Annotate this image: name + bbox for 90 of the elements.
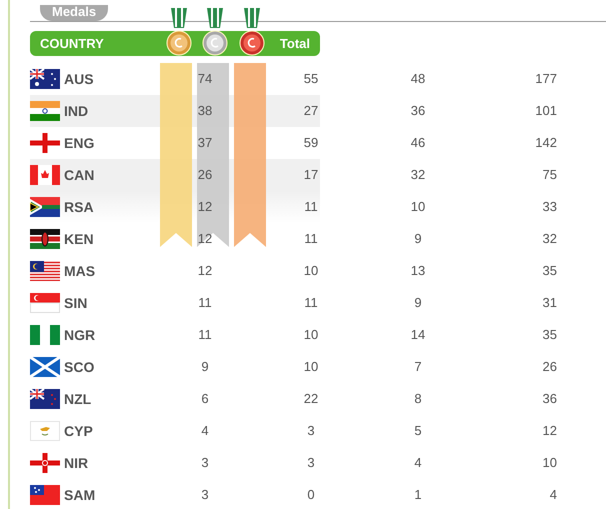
medal-count: 0 (307, 487, 315, 502)
total-count: 75 (542, 167, 557, 182)
country-code: IND (64, 102, 88, 118)
flag-icon (30, 453, 60, 473)
medal-count: 46 (410, 135, 426, 150)
country-code: KEN (64, 230, 94, 246)
medal-count: 11 (304, 231, 318, 246)
medals-tab[interactable]: Medals (40, 5, 108, 21)
medal-count: 5 (414, 423, 422, 438)
medal-count: 13 (410, 263, 426, 278)
total-count: 12 (542, 423, 557, 438)
medal-count: 11 (304, 199, 318, 214)
country-code: SIN (64, 294, 88, 310)
total-count: 35 (542, 327, 557, 342)
flag-icon (30, 165, 60, 185)
medal-count: 32 (410, 167, 426, 182)
total-count: 32 (542, 231, 557, 246)
total-count: 31 (542, 295, 557, 310)
total-count: 10 (542, 455, 557, 470)
total-count: 36 (542, 391, 557, 406)
medal-icon (166, 8, 192, 56)
medal-icon (239, 8, 265, 56)
country-code: RSA (64, 198, 94, 214)
medal-count: 38 (198, 103, 212, 118)
total-count: 4 (550, 487, 557, 502)
medal-count: 9 (201, 359, 209, 374)
country-code: NIR (64, 454, 88, 470)
medal-count: 4 (414, 455, 422, 470)
flag-icon (30, 197, 60, 217)
total-count: 26 (542, 359, 557, 374)
country-code: AUS (64, 70, 94, 86)
medal-count: 11 (198, 295, 212, 310)
medal-count: 6 (201, 391, 209, 406)
medal-count: 36 (410, 103, 426, 118)
medal-count: 10 (304, 263, 318, 278)
medal-count: 17 (304, 167, 318, 182)
medal-count: 10 (410, 199, 426, 214)
country-code: SCO (64, 358, 94, 374)
medal-count: 14 (410, 327, 426, 342)
country-code: CAN (64, 166, 94, 182)
total-count: 101 (535, 103, 557, 118)
medal-count: 12 (198, 231, 212, 246)
flag-icon (30, 389, 60, 409)
medal-count: 12 (198, 199, 212, 214)
country-code: NZL (64, 390, 92, 406)
flag-icon (30, 101, 60, 121)
total-count: 33 (542, 199, 557, 214)
medal-count: 55 (304, 71, 318, 86)
medal-count: 3 (201, 487, 209, 502)
medal-count: 12 (198, 263, 212, 278)
column-header: Total (280, 34, 310, 53)
total-count: 142 (535, 135, 557, 150)
medal-count: 11 (198, 327, 212, 342)
medal-icon (202, 8, 228, 56)
medal-count: 1 (414, 487, 422, 502)
medal-count: 10 (304, 327, 318, 342)
flag-icon (30, 357, 60, 377)
medal-count: 3 (307, 423, 315, 438)
flag-icon (30, 485, 60, 505)
country-code: SAM (64, 486, 96, 502)
country-code: ENG (64, 134, 94, 150)
medal-count: 48 (410, 71, 426, 86)
flag-icon (30, 133, 60, 153)
flag-icon (30, 261, 60, 281)
medal-count: 59 (304, 135, 318, 150)
country-code: MAS (64, 262, 96, 278)
medal-count: 10 (304, 359, 318, 374)
medal-count: 26 (198, 167, 212, 182)
medal-count: 74 (198, 71, 212, 86)
medal-count: 3 (307, 455, 315, 470)
medal-count: 8 (414, 391, 422, 406)
medal-count: 9 (414, 295, 422, 310)
total-count: 35 (542, 263, 557, 278)
flag-icon (30, 325, 60, 345)
country-code: NGR (64, 326, 96, 342)
flag-icon (30, 69, 60, 89)
medal-count: 22 (304, 391, 318, 406)
medal-count: 27 (304, 103, 318, 118)
total-count: 177 (535, 71, 557, 86)
column-header: COUNTRY (40, 34, 104, 53)
medal-count: 9 (414, 231, 422, 246)
medal-count: 4 (201, 423, 209, 438)
flag-icon (30, 229, 60, 249)
flag-icon (30, 421, 60, 441)
flag-icon (30, 293, 60, 313)
medal-count: 7 (414, 359, 422, 374)
medal-count: 3 (201, 455, 209, 470)
country-code: CYP (64, 422, 93, 438)
medal-count: 37 (198, 135, 212, 150)
medal-count: 11 (304, 295, 318, 310)
